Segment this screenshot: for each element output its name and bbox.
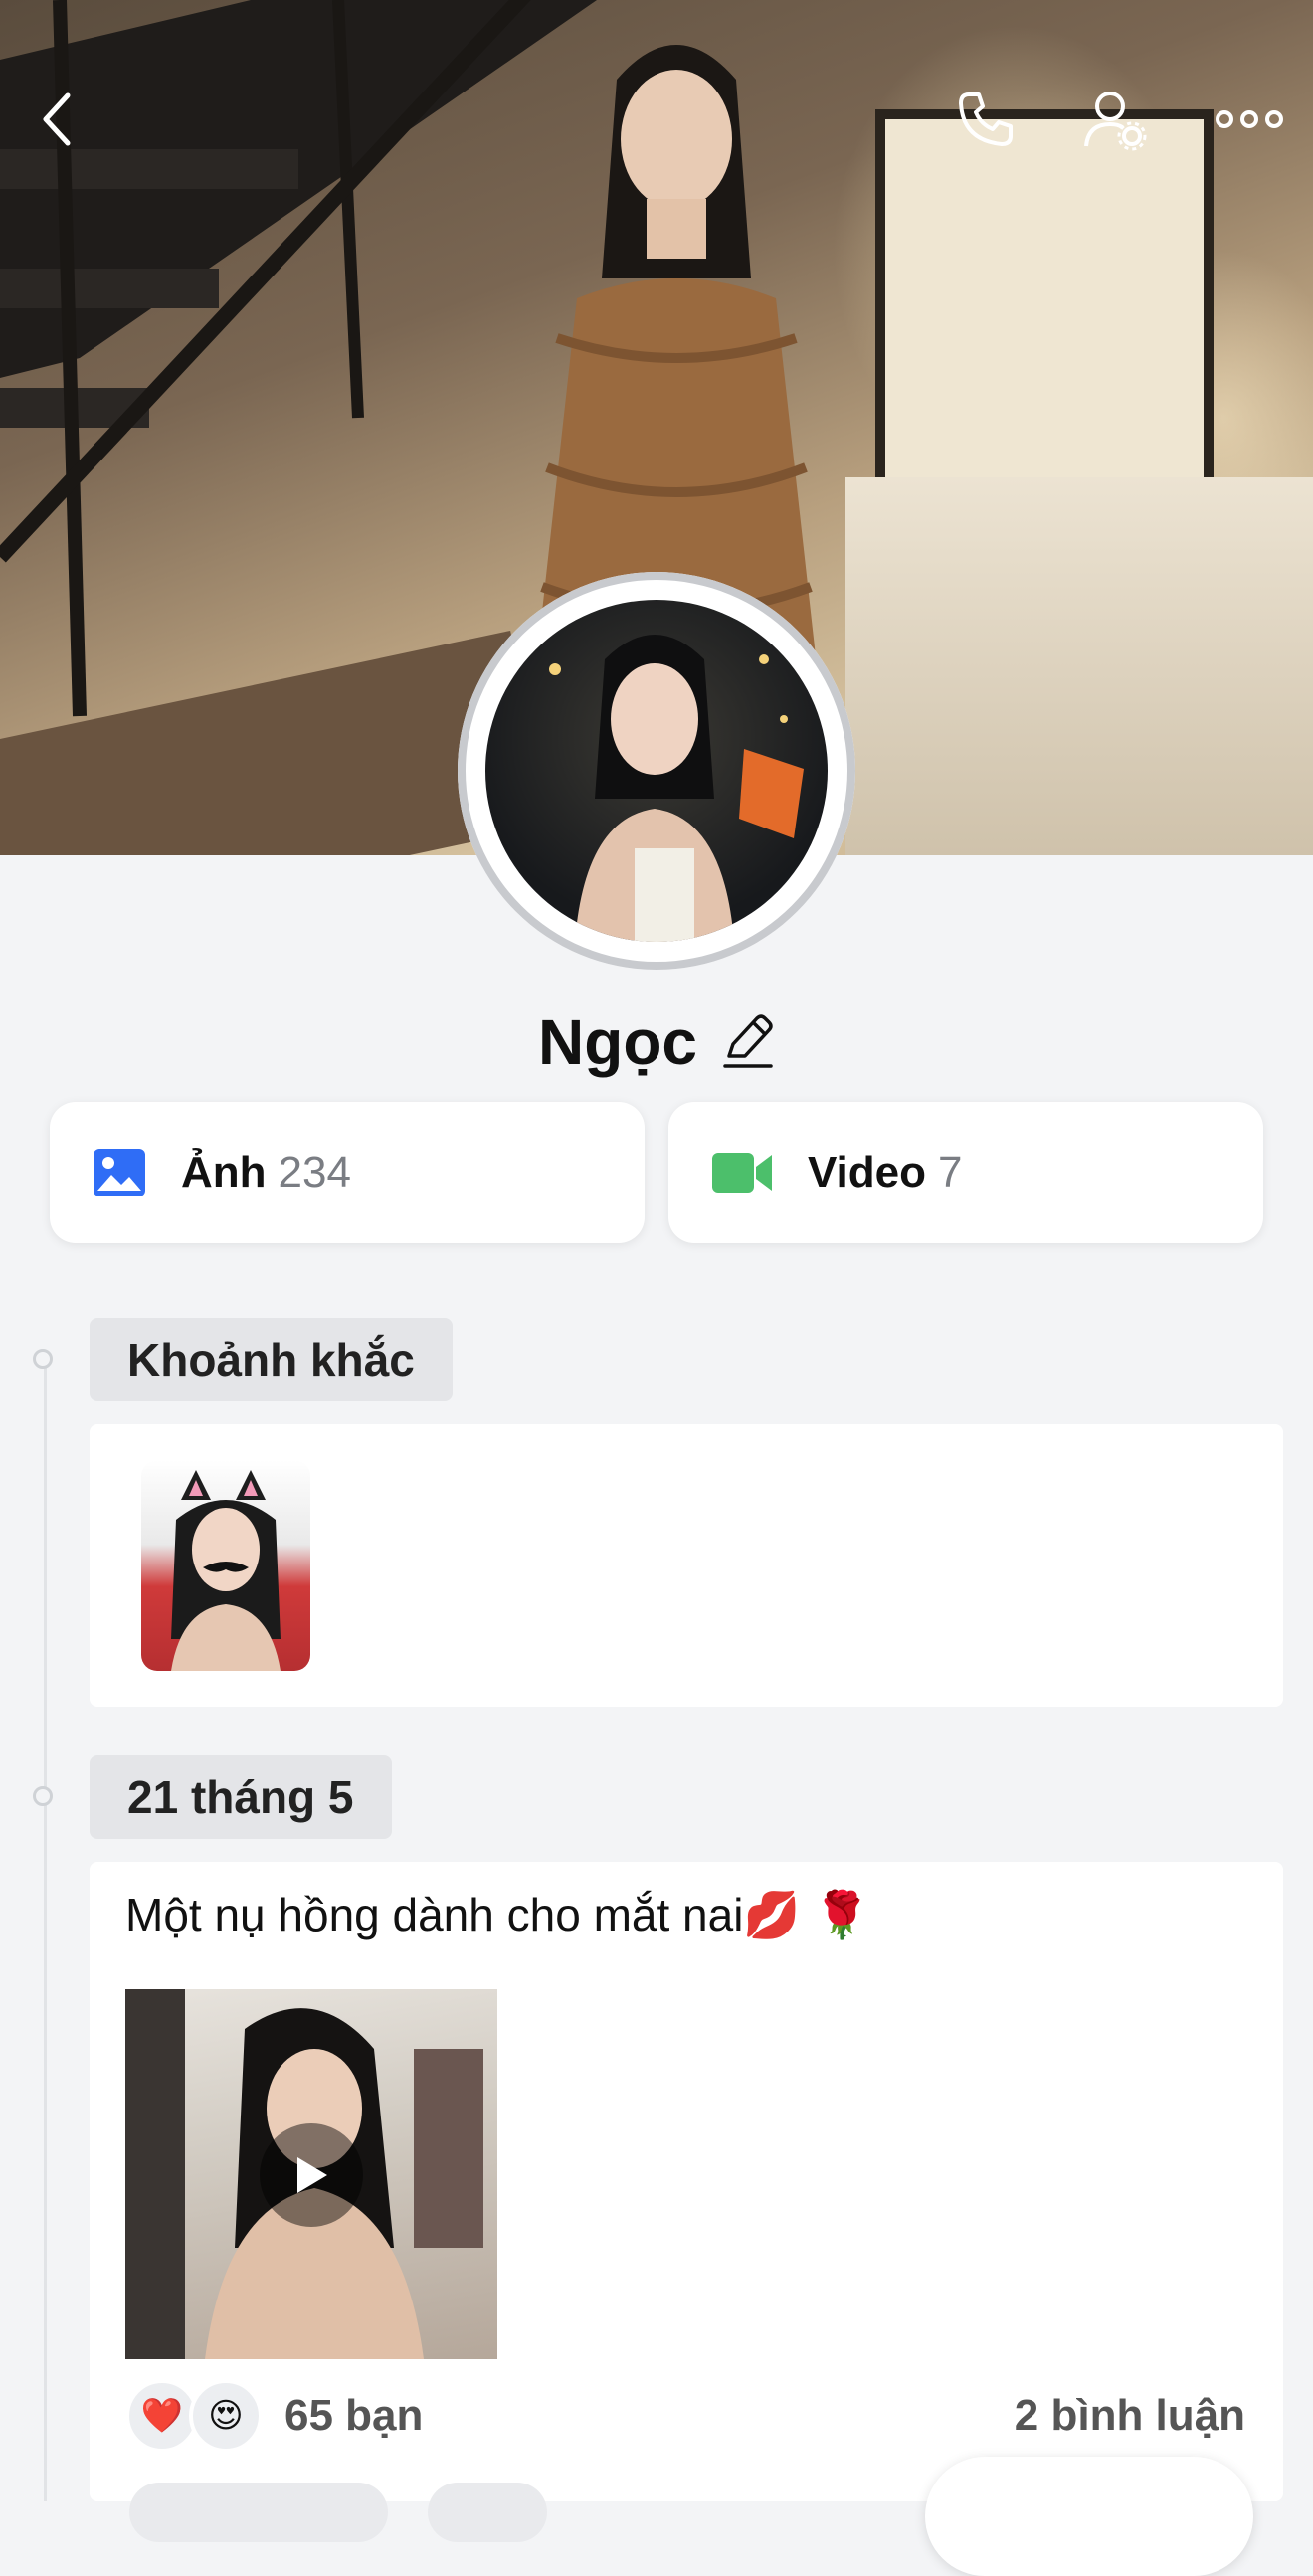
timeline-dot bbox=[33, 1349, 53, 1369]
photos-label: Ảnh bbox=[181, 1148, 267, 1196]
more-dots-icon bbox=[1216, 110, 1283, 128]
user-settings-icon bbox=[1084, 92, 1147, 151]
profile-settings-button[interactable] bbox=[1079, 84, 1151, 155]
heart-reaction-icon: ❤️ bbox=[125, 2379, 199, 2453]
heart-eyes-reaction-icon: 😍 bbox=[189, 2379, 263, 2453]
avatar-photo bbox=[485, 600, 828, 942]
moments-panel bbox=[90, 1424, 1283, 1707]
play-icon bbox=[297, 2157, 327, 2193]
call-button[interactable] bbox=[950, 84, 1022, 155]
video-camera-icon bbox=[712, 1153, 772, 1193]
floating-action-button[interactable] bbox=[925, 2457, 1253, 2576]
post-date-tag: 21 tháng 5 bbox=[90, 1755, 392, 1839]
chevron-left-icon bbox=[43, 92, 71, 146]
play-button[interactable] bbox=[260, 2123, 363, 2227]
action-pill[interactable] bbox=[428, 2483, 547, 2542]
reaction-count: 65 bạn bbox=[284, 2391, 424, 2440]
comment-count[interactable]: 2 bình luận bbox=[1015, 2391, 1245, 2441]
videos-count: 7 bbox=[938, 1148, 963, 1196]
photos-count: 234 bbox=[278, 1148, 351, 1196]
videos-card[interactable]: Video 7 bbox=[668, 1102, 1263, 1243]
edit-name-button[interactable] bbox=[719, 1011, 775, 1075]
photos-card[interactable]: Ảnh 234 bbox=[50, 1102, 645, 1243]
more-options-button[interactable] bbox=[1214, 84, 1285, 155]
action-pill[interactable] bbox=[129, 2483, 388, 2542]
post-reactions[interactable]: ❤️ 😍 65 bạn bbox=[125, 2379, 423, 2453]
timeline-dot bbox=[33, 1786, 53, 1806]
post-card: Một nụ hồng dành cho mắt nai💋 🌹 ❤️ 😍 65 … bbox=[90, 1862, 1283, 2501]
image-icon bbox=[94, 1149, 145, 1196]
moment-person-figure bbox=[171, 1470, 281, 1671]
profile-name: Ngọc bbox=[538, 1007, 697, 1078]
cover-menu-board bbox=[875, 109, 1214, 507]
pencil-icon bbox=[723, 1013, 773, 1068]
back-button[interactable] bbox=[22, 84, 94, 155]
cover-desk bbox=[845, 477, 1313, 855]
post-video-thumbnail[interactable] bbox=[125, 1989, 497, 2359]
phone-icon bbox=[959, 92, 1013, 146]
videos-label: Video bbox=[808, 1148, 927, 1196]
profile-name-row: Ngọc bbox=[0, 995, 1313, 1090]
timeline-line bbox=[44, 1359, 47, 2501]
profile-avatar[interactable] bbox=[458, 572, 855, 970]
moments-section-title: Khoảnh khắc bbox=[90, 1318, 453, 1401]
moment-thumbnail[interactable] bbox=[141, 1460, 310, 1671]
avatar-person-figure bbox=[549, 635, 804, 942]
post-text: Một nụ hồng dành cho mắt nai💋 🌹 bbox=[125, 1889, 870, 1940]
